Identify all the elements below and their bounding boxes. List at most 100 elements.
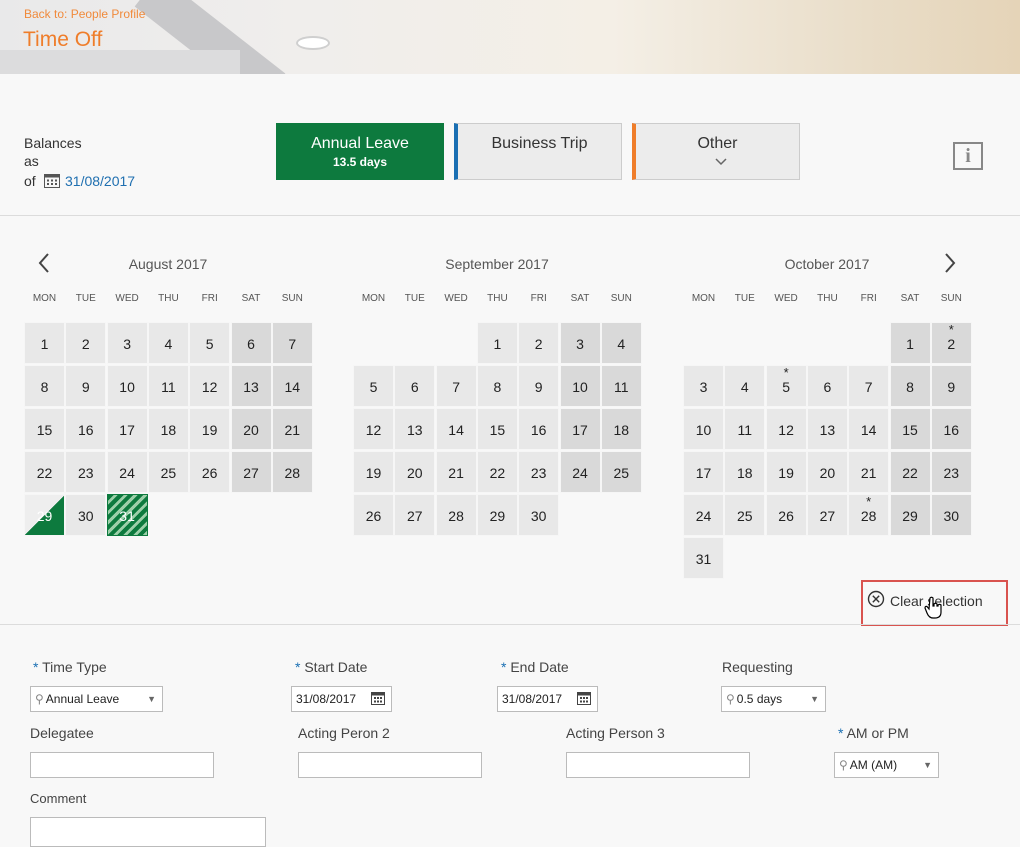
calendar-day[interactable]: 19 (189, 408, 231, 450)
calendar-icon[interactable] (371, 691, 385, 705)
calendar-day[interactable]: 22 (24, 451, 65, 493)
calendar-day[interactable]: 26 (765, 494, 807, 536)
info-icon[interactable]: i (953, 142, 983, 170)
calendar-day[interactable]: 29 (476, 494, 518, 536)
requesting-select[interactable]: ⚲ 0.5 days ▼ (721, 686, 826, 712)
calendar-day[interactable]: 27 (806, 494, 848, 536)
calendar-day[interactable]: 7 (271, 322, 313, 364)
calendar-day[interactable]: 14 (271, 365, 313, 407)
calendar-day[interactable]: 17 (683, 451, 724, 493)
calendar-day[interactable]: 6 (230, 322, 272, 364)
prev-month-button[interactable] (37, 250, 51, 281)
calendar-day[interactable]: 3 (106, 322, 148, 364)
end-date-input[interactable]: 31/08/2017 (497, 686, 598, 712)
calendar-day[interactable]: 20 (394, 451, 436, 493)
calendar-day[interactable]: 1 (476, 322, 518, 364)
calendar-day[interactable]: 7 (435, 365, 477, 407)
calendar-day[interactable]: 14 (435, 408, 477, 450)
calendar-day[interactable]: 28 (848, 481, 890, 536)
calendar-day[interactable]: 20 (230, 408, 272, 450)
calendar-day[interactable]: 29 (889, 494, 931, 536)
calendar-day[interactable]: 10 (559, 365, 601, 407)
calendar-day[interactable]: 29 (24, 494, 65, 536)
am-pm-select[interactable]: ⚲ AM (AM) ▼ (834, 752, 939, 778)
calendar-day[interactable]: 13 (230, 365, 272, 407)
calendar-day[interactable]: 22 (476, 451, 518, 493)
calendar-day[interactable]: 1 (24, 322, 65, 364)
delegatee-input[interactable] (30, 752, 214, 778)
calendar-day[interactable]: 30 (65, 494, 107, 536)
calendar-day[interactable]: 25 (600, 451, 642, 493)
next-month-button[interactable] (943, 250, 957, 281)
calendar-day[interactable]: 26 (353, 494, 394, 536)
calendar-day[interactable]: 6 (806, 365, 848, 407)
calendar-day[interactable]: 3 (683, 365, 724, 407)
calendar-day[interactable]: 18 (724, 451, 766, 493)
calendar-day[interactable]: 16 (518, 408, 560, 450)
calendar-day[interactable]: 19 (765, 451, 807, 493)
calendar-day[interactable]: 9 (930, 365, 972, 407)
other-leave-tab[interactable]: Other (632, 123, 800, 180)
calendar-day[interactable]: 27 (394, 494, 436, 536)
calendar-day[interactable]: 10 (106, 365, 148, 407)
calendar-day[interactable]: 22 (889, 451, 931, 493)
balances-date-link[interactable]: 31/08/2017 (65, 173, 135, 189)
business-trip-tab[interactable]: Business Trip (454, 123, 622, 180)
calendar-day[interactable]: 21 (271, 408, 313, 450)
start-date-input[interactable]: 31/08/2017 (291, 686, 392, 712)
calendar-icon[interactable] (577, 691, 591, 705)
calendar-day[interactable]: 18 (147, 408, 189, 450)
calendar-day[interactable]: 21 (435, 451, 477, 493)
calendar-day[interactable]: 4 (147, 322, 189, 364)
calendar-day[interactable]: 25 (724, 494, 766, 536)
calendar-day[interactable]: 11 (600, 365, 642, 407)
calendar-day[interactable]: 2 (930, 309, 972, 364)
calendar-day[interactable]: 28 (271, 451, 313, 493)
calendar-day[interactable]: 12 (353, 408, 394, 450)
calendar-day[interactable]: 16 (65, 408, 107, 450)
calendar-day[interactable]: 8 (24, 365, 65, 407)
calendar-day[interactable]: 20 (806, 451, 848, 493)
comment-input[interactable] (30, 817, 266, 847)
calendar-day[interactable]: 8 (476, 365, 518, 407)
calendar-day[interactable]: 23 (518, 451, 560, 493)
calendar-day[interactable]: 26 (189, 451, 231, 493)
calendar-day[interactable]: 4 (724, 365, 766, 407)
calendar-day[interactable]: 16 (930, 408, 972, 450)
annual-leave-tab[interactable]: Annual Leave 13.5 days (276, 123, 444, 180)
calendar-day[interactable]: 4 (600, 322, 642, 364)
calendar-day[interactable]: 2 (65, 322, 107, 364)
calendar-day[interactable]: 2 (518, 322, 560, 364)
calendar-day[interactable]: 5 (765, 352, 807, 407)
calendar-day[interactable]: 15 (889, 408, 931, 450)
calendar-day[interactable]: 15 (476, 408, 518, 450)
calendar-day[interactable]: 19 (353, 451, 394, 493)
calendar-day[interactable]: 30 (930, 494, 972, 536)
calendar-day[interactable]: 15 (24, 408, 65, 450)
calendar-day[interactable]: 25 (147, 451, 189, 493)
calendar-day[interactable]: 8 (889, 365, 931, 407)
calendar-day[interactable]: 24 (683, 494, 724, 536)
back-link[interactable]: Back to: People Profile (24, 7, 145, 21)
calendar-day[interactable]: 3 (559, 322, 601, 364)
calendar-day[interactable]: 17 (106, 408, 148, 450)
calendar-day[interactable]: 13 (394, 408, 436, 450)
calendar-day[interactable]: 28 (435, 494, 477, 536)
calendar-day[interactable]: 24 (559, 451, 601, 493)
calendar-day[interactable]: 14 (848, 408, 890, 450)
time-type-select[interactable]: ⚲ Annual Leave ▼ (30, 686, 163, 712)
calendar-day[interactable]: 9 (518, 365, 560, 407)
calendar-day[interactable]: 17 (559, 408, 601, 450)
calendar-day[interactable]: 30 (518, 494, 560, 536)
calendar-day[interactable]: 9 (65, 365, 107, 407)
calendar-day[interactable]: 1 (889, 322, 931, 364)
calendar-day[interactable]: 5 (189, 322, 231, 364)
calendar-day[interactable]: 10 (683, 408, 724, 450)
acting-person-3-input[interactable] (566, 752, 750, 778)
calendar-day[interactable]: 13 (806, 408, 848, 450)
calendar-day[interactable]: 27 (230, 451, 272, 493)
calendar-day[interactable]: 31 (106, 494, 148, 536)
calendar-day[interactable]: 12 (765, 408, 807, 450)
calendar-day[interactable]: 5 (353, 365, 394, 407)
calendar-day[interactable]: 23 (930, 451, 972, 493)
